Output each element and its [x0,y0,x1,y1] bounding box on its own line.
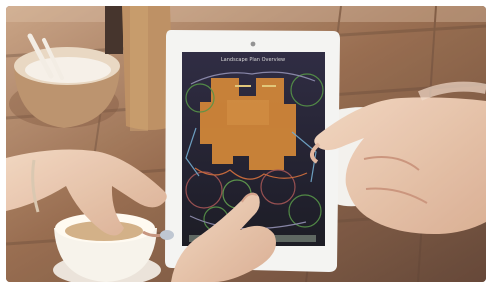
scene-illustration: Landscape Plan Overview [6,6,486,282]
tablet-photo: Landscape Plan Overview [6,6,486,282]
photo-frame: Landscape Plan Overview [0,0,492,289]
photo-overlay [6,6,486,282]
